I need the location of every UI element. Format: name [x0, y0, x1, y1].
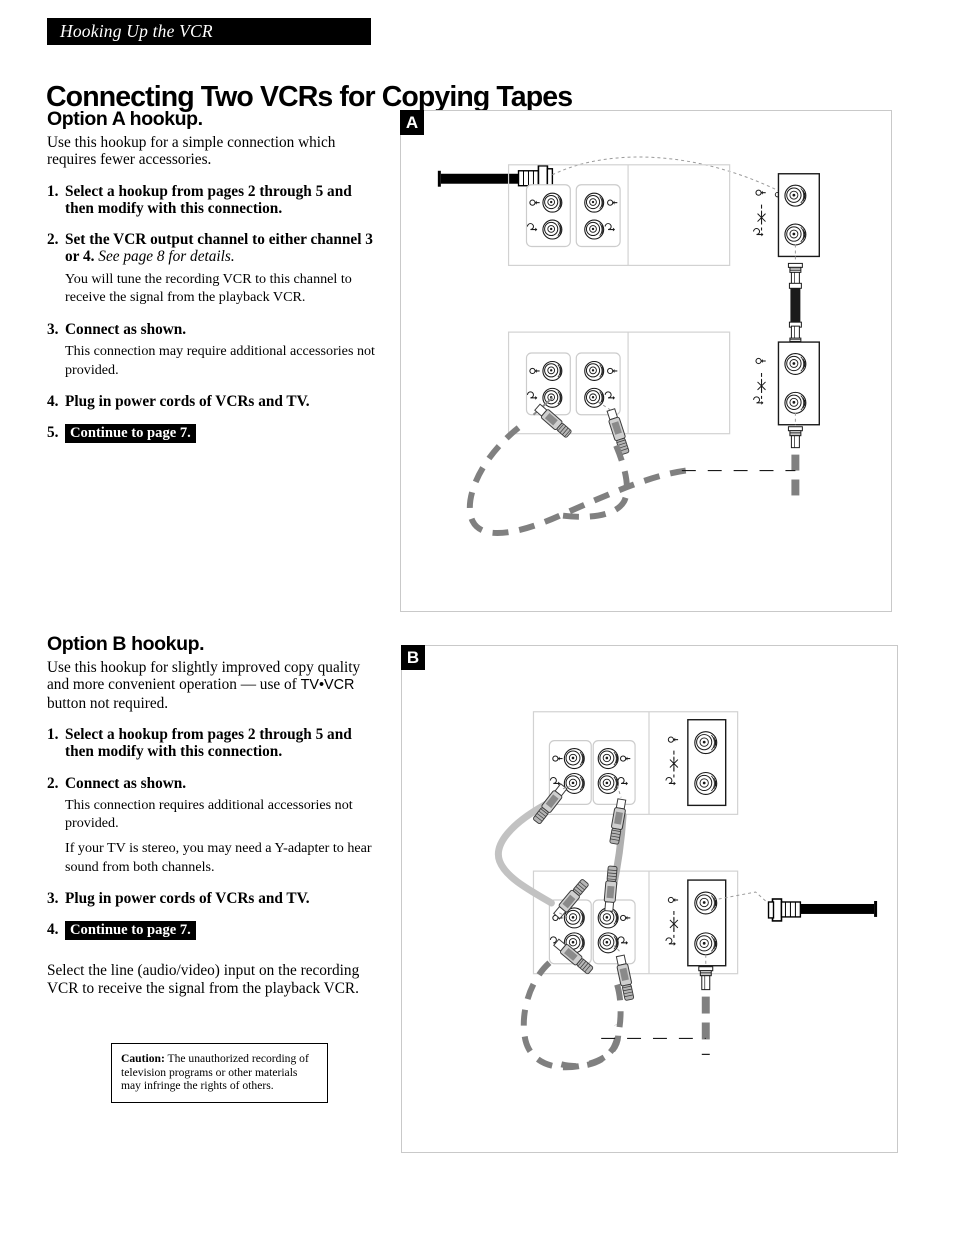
vcr-lower-rear-panel-b: [532, 870, 739, 975]
video-out-jack[interactable]: [597, 748, 619, 770]
audio-in-jack[interactable]: [542, 219, 563, 240]
arrow-out-icon: [665, 937, 677, 947]
av-jack-group-out: [575, 352, 621, 416]
list-item: 1. Select a hookup from pages 2 through …: [47, 183, 375, 217]
step-text: Plug in power cords of VCRs and TV.: [65, 890, 310, 908]
antenna-jack-block-upper: [753, 173, 820, 258]
step-text: Select a hookup from pages 2 through 5 a…: [65, 726, 352, 761]
antenna-in-jack[interactable]: [694, 731, 718, 755]
tv-vcr-label: TV•VCR: [300, 677, 355, 694]
video-in-jack[interactable]: [542, 192, 563, 213]
f-connector-to-tv: [787, 426, 803, 449]
video-out-jack[interactable]: [584, 192, 605, 213]
step-text-italic: See page 8 for details.: [98, 248, 235, 266]
step-subtext: If your TV is stereo, you may need a Y-a…: [65, 840, 372, 875]
coax-to-tv-cable-b: [698, 954, 714, 1055]
step-number: 1.: [47, 726, 59, 744]
av-jack-group-out: [592, 899, 636, 965]
antenna-lead-in-cable-b: [718, 891, 878, 922]
figure-panel-a: A: [400, 110, 892, 612]
list-item: 3. Plug in power cords of VCRs and TV.: [47, 890, 375, 907]
step-number: 5.: [47, 424, 59, 442]
av-jack-group-in: [525, 184, 571, 248]
av-patch-cable-a: [466, 397, 796, 536]
figure-panel-b: B: [401, 645, 898, 1153]
antenna-symbol-icon: [669, 910, 679, 938]
vcr-hookup-diagram-b: [494, 711, 878, 1071]
step-text: Connect as shown.: [65, 320, 187, 338]
av-jack-group-out: [575, 184, 621, 248]
step-text: Connect as shown.: [65, 774, 187, 792]
option-b-heading: Option B hookup.: [47, 633, 205, 655]
list-item: 4. Continue to page 7.: [47, 921, 375, 941]
arrow-out-icon: [665, 776, 677, 786]
antenna-out-jack[interactable]: [784, 223, 807, 246]
step-text: Select a hookup from pages 2 through 5 a…: [65, 182, 352, 218]
antenna-in-jack[interactable]: [784, 184, 807, 207]
list-item: 3. Connect as shown. This connection may…: [47, 321, 375, 379]
list-item: 2. Set the VCR output channel to either …: [47, 231, 375, 307]
list-item: 1. Select a hookup from pages 2 through …: [47, 726, 375, 760]
step-number: 1.: [47, 182, 59, 200]
step-number: 3.: [47, 320, 59, 338]
option-b-intro-part2: button not required.: [47, 694, 169, 712]
arrow-in-icon: [667, 736, 679, 743]
audio-out-jack[interactable]: [584, 387, 605, 408]
antenna-out-jack[interactable]: [694, 771, 718, 795]
step-subtext: You will tune the recording VCR to this …: [65, 270, 352, 306]
option-a-heading: Option A hookup.: [47, 108, 203, 130]
option-a-section: Option A hookup. Use this hookup for a s…: [47, 108, 375, 444]
video-in-jack[interactable]: [542, 360, 563, 381]
av-jack-group-out: [592, 740, 636, 805]
option-b-section: Option B hookup. Use this hookup for sli…: [47, 633, 375, 1013]
option-b-steps: 1. Select a hookup from pages 2 through …: [47, 726, 375, 941]
step-number: 4.: [47, 393, 59, 411]
antenna-in-jack[interactable]: [784, 352, 807, 375]
continue-to-page-tag[interactable]: Continue to page 7.: [65, 424, 196, 444]
arrow-in-icon: [755, 189, 767, 196]
list-item: 2. Connect as shown. This connection req…: [47, 775, 375, 877]
option-b-intro: Use this hookup for slightly improved co…: [47, 659, 375, 712]
running-head: Hooking Up the VCR: [47, 18, 371, 45]
antenna-jack-block-lower: [665, 879, 727, 967]
video-in-jack[interactable]: [563, 748, 585, 770]
option-a-steps: 1. Select a hookup from pages 2 through …: [47, 183, 375, 444]
continue-to-page-tag[interactable]: Continue to page 7.: [65, 921, 196, 941]
audio-out-jack[interactable]: [597, 932, 619, 954]
option-b-tail-paragraph: Select the line (audio/video) input on t…: [47, 962, 360, 997]
antenna-symbol-icon: [669, 750, 679, 778]
step-number: 4.: [47, 921, 59, 939]
step-number: 2.: [47, 774, 59, 792]
caution-box: Caution: The unauthorized recording of t…: [111, 1043, 328, 1103]
step-subtext: This connection may require additional a…: [65, 343, 375, 378]
caution-label: Caution:: [121, 1052, 165, 1065]
antenna-jack-block-upper: [665, 719, 727, 807]
vcr-hookup-diagram-a: [437, 156, 820, 536]
step-text: Plug in power cords of VCRs and TV.: [65, 393, 310, 411]
video-out-jack[interactable]: [584, 360, 605, 381]
antenna-jack-block-lower: [753, 341, 820, 426]
f-connector-to-tv: [698, 966, 714, 991]
list-item: 5. Continue to page 7.: [47, 424, 375, 444]
antenna-out-jack[interactable]: [694, 932, 718, 956]
av-jack-group-in: [525, 352, 571, 416]
vcr-upper-rear-panel-a: [507, 164, 820, 266]
step-text: Set the VCR output channel to either cha…: [65, 231, 375, 265]
option-a-intro: Use this hookup for a simple connection …: [47, 134, 336, 169]
list-item: 4. Plug in power cords of VCRs and TV.: [47, 393, 375, 410]
arrow-in-icon: [667, 896, 679, 904]
step-number: 3.: [47, 890, 59, 908]
step-number: 2.: [47, 231, 59, 249]
antenna-symbol-icon: [757, 372, 766, 399]
antenna-in-jack[interactable]: [694, 891, 718, 915]
antenna-out-jack[interactable]: [784, 391, 807, 414]
step-subtext: This connection requires additional acce…: [65, 796, 353, 832]
arrow-in-icon: [755, 357, 767, 365]
vcr-upper-rear-panel-b: [532, 711, 739, 815]
audio-in-jack[interactable]: [563, 772, 585, 794]
antenna-symbol-icon: [757, 204, 766, 231]
f-connector-top: [787, 262, 803, 285]
audio-out-jack[interactable]: [597, 772, 619, 794]
audio-out-jack[interactable]: [584, 219, 605, 240]
